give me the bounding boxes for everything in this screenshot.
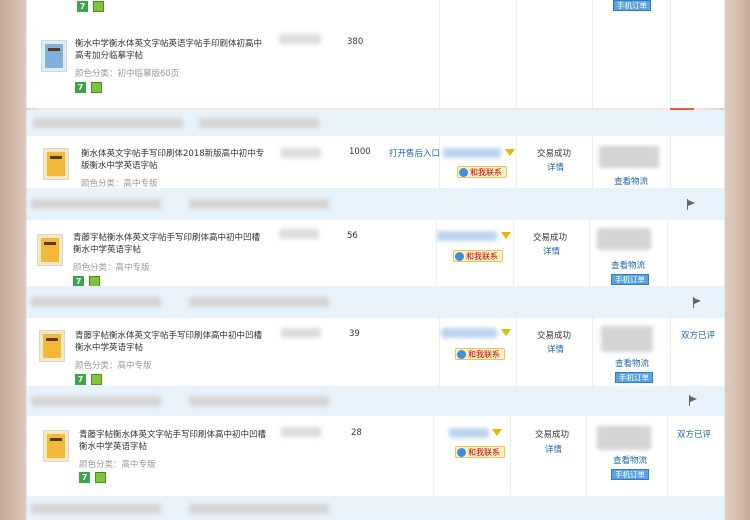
mobile-order-button[interactable]: 手机订单 xyxy=(613,0,651,11)
blurred-buyer xyxy=(449,428,489,438)
product-thumbnail[interactable] xyxy=(41,40,67,72)
product-title[interactable]: 衡水中学衡水体英文字帖英语字帖手印刷体初高中高考加分临摹字帖 xyxy=(75,38,265,62)
order-row: 青藤字帖衡水体英文字帖手写印刷体高中初中凹槽衡水中学英语字帖 颜色分类：高中专版… xyxy=(26,220,725,287)
flag-icon[interactable] xyxy=(689,395,698,406)
blurred-amount xyxy=(597,426,651,450)
detail-link[interactable]: 详情 xyxy=(545,443,562,455)
product-title[interactable]: 青藤字帖衡水体英文字帖手写印刷体高中初中凹槽衡水中学英语字帖 xyxy=(75,330,265,354)
flag-icon[interactable] xyxy=(687,199,696,210)
mobile-order-button[interactable]: 手机订单 xyxy=(615,372,653,383)
order-header-band xyxy=(26,496,725,520)
order-row: 青藤字帖衡水体英文字帖手写印刷体高中初中凹槽衡水中学英语字帖 颜色分类：高中专版… xyxy=(26,318,725,386)
contact-me-button[interactable]: 和我联系 xyxy=(453,250,503,262)
contact-me-button[interactable]: 和我联系 xyxy=(455,446,505,458)
quantity: 56 xyxy=(347,231,358,241)
product-thumbnail[interactable] xyxy=(37,234,63,266)
flag-icon[interactable] xyxy=(693,297,702,308)
blurred-amount xyxy=(599,146,659,168)
view-logistics-link[interactable]: 查看物流 xyxy=(614,175,648,187)
seven-day-return-icon: 7 xyxy=(75,374,86,385)
order-row: 衡水体英文字帖手写印刷体2018新版高中初中专版衡水中学英语字帖 颜色分类：高中… xyxy=(26,136,725,189)
blurred-price xyxy=(279,229,319,239)
mutual-review-status[interactable]: 双方已评 xyxy=(677,428,711,440)
order-header-band xyxy=(26,110,725,136)
product-thumbnail[interactable] xyxy=(39,330,65,362)
view-logistics-link[interactable]: 查看物流 xyxy=(615,357,649,369)
trade-status: 交易成功 xyxy=(535,430,570,440)
blurred-price xyxy=(281,148,321,158)
seven-day-return-icon: 7 xyxy=(79,472,90,483)
order-header-band xyxy=(26,286,725,318)
mutual-review-status[interactable]: 双方已评 xyxy=(681,329,715,341)
seven-day-return-icon: 7 xyxy=(77,1,88,12)
funnel-icon[interactable] xyxy=(501,329,511,336)
blurred-amount xyxy=(601,326,653,352)
detail-link[interactable]: 详情 xyxy=(547,161,564,173)
blurred-amount xyxy=(597,228,651,250)
detail-link[interactable]: 详情 xyxy=(543,245,560,257)
product-color: 颜色分类：初中临摹版60页 xyxy=(75,69,180,79)
funnel-icon[interactable] xyxy=(501,232,511,239)
view-logistics-link[interactable]: 查看物流 xyxy=(613,454,647,466)
product-thumbnail[interactable] xyxy=(43,148,69,180)
product-thumbnail[interactable] xyxy=(43,430,69,462)
shield-icon xyxy=(91,82,102,93)
blurred-price xyxy=(281,328,321,338)
product-color: 颜色分类：高中专版 xyxy=(79,460,156,470)
quantity: 380 xyxy=(347,37,364,47)
order-header-band xyxy=(26,386,725,416)
blurred-buyer xyxy=(441,328,497,338)
product-color: 颜色分类：高中专版 xyxy=(73,263,150,273)
order-header-band xyxy=(26,188,725,220)
quantity: 28 xyxy=(351,428,362,438)
shield-icon xyxy=(93,1,104,12)
mobile-order-button[interactable]: 手机订单 xyxy=(611,469,649,480)
trade-status: 交易成功 xyxy=(537,331,572,341)
funnel-icon[interactable] xyxy=(492,429,502,436)
product-title[interactable]: 青藤字帖衡水体英文字帖手写印刷体高中初中凹槽衡水中学英语字帖 xyxy=(79,429,269,453)
aftersale-entry-link[interactable]: 打开售后入口 xyxy=(389,147,440,159)
order-row: 衡水中学衡水体英文字帖英语字帖手印刷体初高中高考加分临摹字帖 颜色分类：初中临摹… xyxy=(26,24,725,108)
contact-me-button[interactable]: 和我联系 xyxy=(455,348,505,360)
seven-day-return-icon: 7 xyxy=(75,82,86,93)
view-logistics-link[interactable]: 查看物流 xyxy=(611,259,645,271)
blurred-buyer xyxy=(443,148,501,158)
contact-me-button[interactable]: 和我联系 xyxy=(457,166,507,178)
shield-icon xyxy=(91,374,102,385)
order-row: 青藤字帖衡水体英文字帖手写印刷体高中初中凹槽衡水中学英语字帖 颜色分类：高中专版… xyxy=(26,416,725,496)
mobile-order-button[interactable]: 手机订单 xyxy=(611,274,649,285)
trade-status: 交易成功 xyxy=(537,149,572,159)
product-title[interactable]: 青藤字帖衡水体英文字帖手写印刷体高中初中凹槽衡水中学英语字帖 xyxy=(73,232,263,256)
blurred-buyer xyxy=(437,231,497,241)
shield-icon xyxy=(95,472,106,483)
blurred-price xyxy=(281,427,321,437)
quantity: 1000 xyxy=(349,147,371,157)
detail-link[interactable]: 详情 xyxy=(547,343,564,355)
funnel-icon[interactable] xyxy=(505,149,515,156)
quantity: 39 xyxy=(349,329,360,339)
order-list: 7 手机订单 衡水中学衡水体英文字帖英语字帖手印刷体初高中高考加分临摹字帖 颜色… xyxy=(26,0,725,520)
order-row-partial: 7 手机订单 xyxy=(26,0,725,24)
blurred-price xyxy=(279,34,321,44)
product-title[interactable]: 衡水体英文字帖手写印刷体2018新版高中初中专版衡水中学英语字帖 xyxy=(81,148,271,172)
trade-status: 交易成功 xyxy=(533,233,568,243)
product-color: 颜色分类：高中专版 xyxy=(75,361,152,371)
